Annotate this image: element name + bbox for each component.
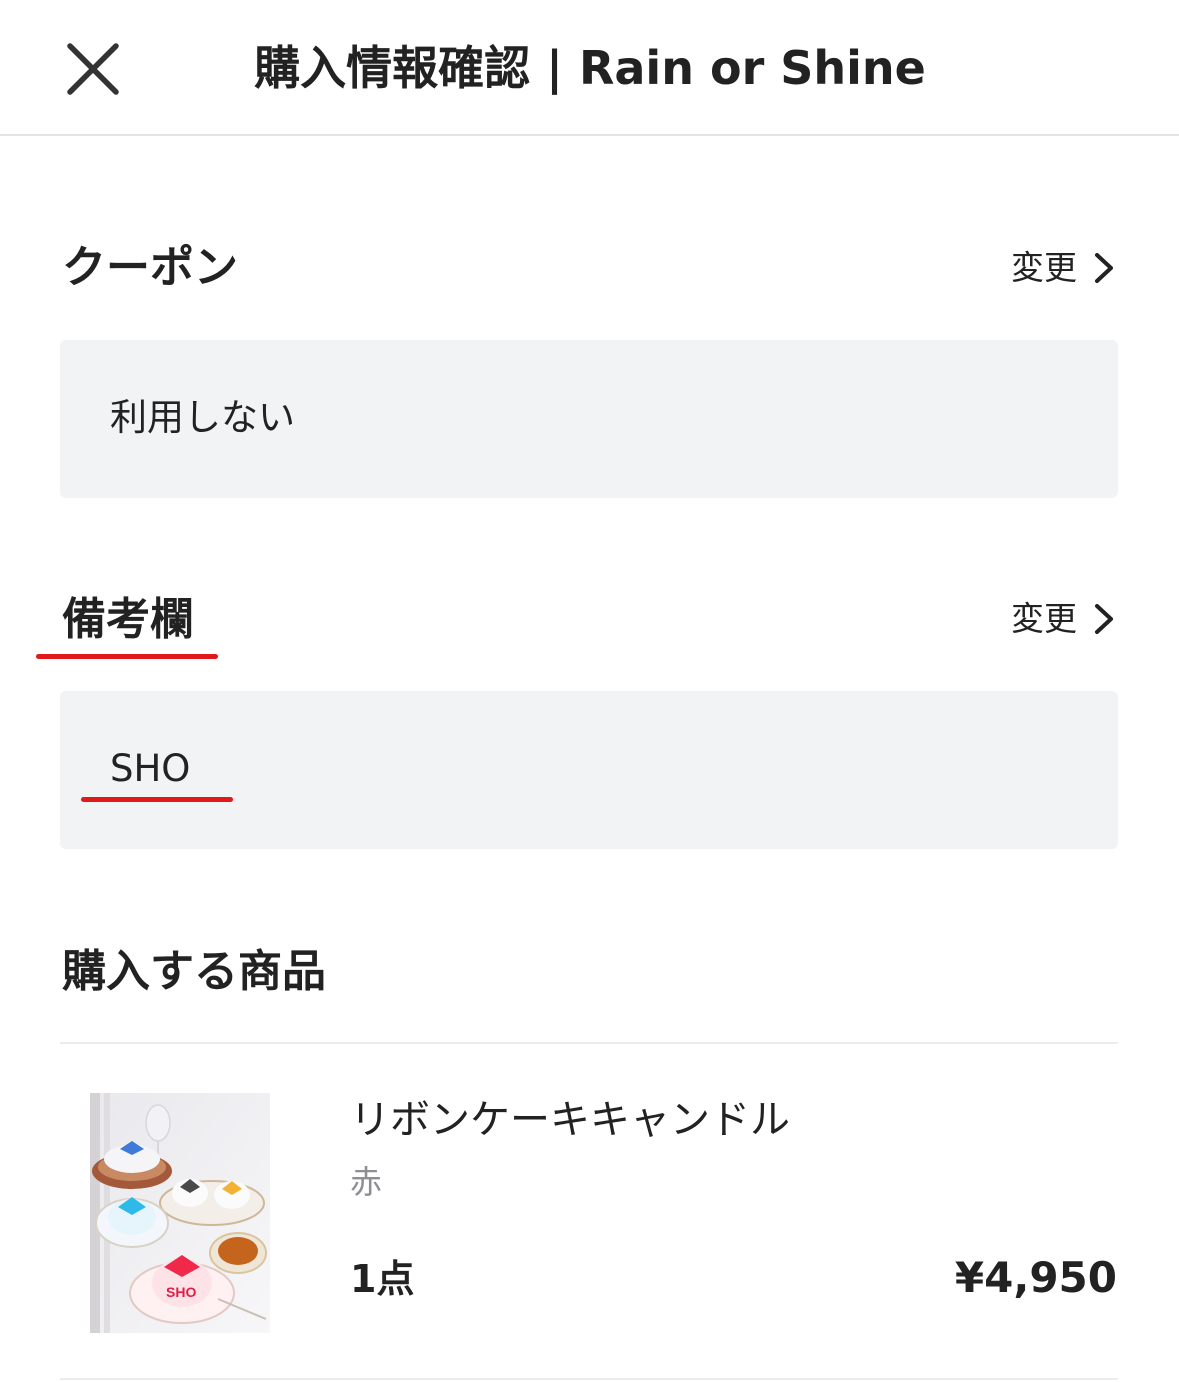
product-quantity: 1点: [350, 1257, 415, 1301]
coupon-value-box[interactable]: 利用しない: [60, 340, 1118, 498]
remarks-section-title: 備考欄: [62, 594, 194, 645]
product-name[interactable]: リボンケーキキャンドル: [350, 1092, 790, 1148]
products-section-title: 購入する商品: [62, 946, 326, 997]
remarks-change-link[interactable]: 変更: [1011, 594, 1117, 644]
coupon-section-title: クーポン: [62, 242, 238, 293]
chevron-right-icon: [1095, 604, 1113, 634]
divider: [60, 1042, 1118, 1044]
product-image[interactable]: SHO: [90, 1093, 270, 1333]
remarks-value: SHO: [110, 747, 191, 790]
remarks-change-label: 変更: [1011, 599, 1077, 638]
header-bar: 購入情報確認 | Rain or Shine: [0, 0, 1179, 136]
remarks-value-highlight: [81, 797, 233, 802]
product-photo: SHO: [90, 1093, 270, 1333]
divider: [60, 1378, 1118, 1380]
remarks-title-highlight: [36, 654, 218, 659]
coupon-change-label: 変更: [1011, 248, 1077, 287]
close-icon: [67, 43, 119, 95]
product-variant: 赤: [350, 1163, 383, 1201]
svg-text:SHO: SHO: [166, 1284, 196, 1300]
coupon-value: 利用しない: [110, 396, 295, 439]
product-price: ¥4,950: [954, 1253, 1117, 1302]
page-title: 購入情報確認 | Rain or Shine: [254, 41, 926, 95]
chevron-right-icon: [1095, 253, 1113, 283]
remarks-value-box[interactable]: SHO: [60, 691, 1118, 849]
close-button[interactable]: [60, 36, 126, 102]
coupon-change-link[interactable]: 変更: [1011, 243, 1117, 293]
